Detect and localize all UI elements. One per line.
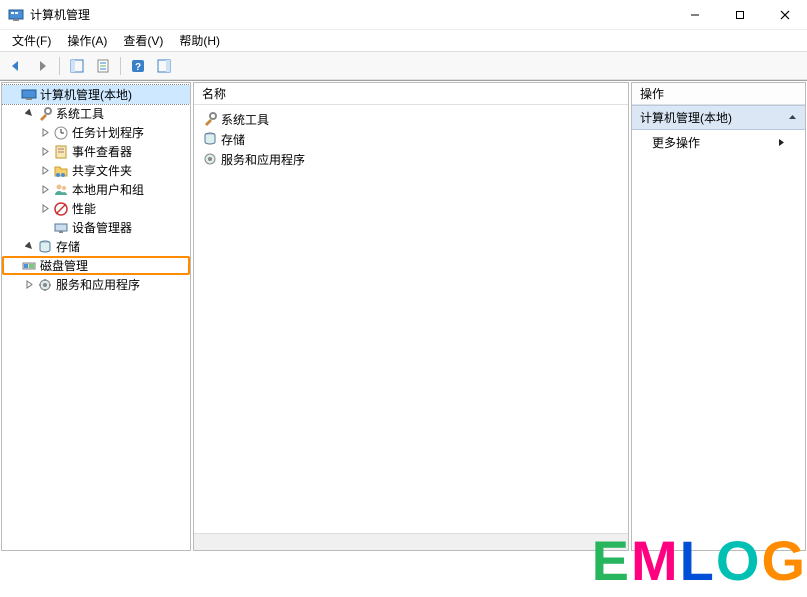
svg-text:?: ?	[135, 62, 141, 73]
close-button[interactable]	[762, 0, 807, 29]
expand-icon[interactable]	[22, 278, 36, 292]
tools-icon	[202, 111, 218, 127]
menu-view[interactable]: 查看(V)	[115, 30, 171, 51]
tree-label: 存储	[56, 238, 80, 255]
list-item[interactable]: 存储	[198, 129, 624, 149]
storage-icon	[202, 131, 218, 147]
collapse-icon[interactable]	[22, 240, 36, 254]
tree-label: 任务计划程序	[72, 124, 144, 141]
list-item[interactable]: 系统工具	[198, 109, 624, 129]
list-item-label: 服务和应用程序	[221, 151, 305, 168]
app-icon	[8, 7, 24, 23]
tree-node-storage[interactable]: 存储	[2, 237, 190, 256]
performance-icon	[53, 201, 69, 217]
tree-pane: 计算机管理(本地) 系统工具 任务计划程序	[1, 82, 191, 551]
expand-icon[interactable]	[38, 126, 52, 140]
toolbar-separator	[59, 57, 60, 75]
show-hide-action-button[interactable]	[152, 55, 176, 77]
titlebar: 计算机管理	[0, 0, 807, 30]
menu-help[interactable]: 帮助(H)	[171, 30, 228, 51]
tree-label: 服务和应用程序	[56, 276, 140, 293]
disk-icon	[21, 258, 37, 274]
nav-back-button[interactable]	[4, 55, 28, 77]
show-hide-tree-button[interactable]	[65, 55, 89, 77]
action-label: 更多操作	[652, 134, 700, 151]
list-pane: 名称 系统工具 存储 服务和应用程序	[193, 82, 629, 551]
tree-node-system-tools[interactable]: 系统工具	[2, 104, 190, 123]
list-item-label: 存储	[221, 131, 245, 148]
action-section-header[interactable]: 计算机管理(本地)	[632, 105, 805, 130]
menu-action[interactable]: 操作(A)	[59, 30, 115, 51]
window-title: 计算机管理	[30, 6, 672, 23]
tree-label: 性能	[72, 200, 96, 217]
action-more[interactable]: 更多操作	[632, 130, 805, 155]
tree-label: 设备管理器	[72, 219, 132, 236]
watermark-logo: EMLOG	[592, 533, 807, 589]
list-column-header[interactable]: 名称	[194, 83, 628, 105]
tree-label: 系统工具	[56, 105, 104, 122]
tree-node-root[interactable]: 计算机管理(本地)	[2, 85, 190, 104]
computer-icon	[21, 87, 37, 103]
list-item[interactable]: 服务和应用程序	[198, 149, 624, 169]
tree-node-device-manager[interactable]: 设备管理器	[2, 218, 190, 237]
tree-node-performance[interactable]: 性能	[2, 199, 190, 218]
tools-icon	[37, 106, 53, 122]
action-section-label: 计算机管理(本地)	[640, 109, 732, 126]
tree-label: 共享文件夹	[72, 162, 132, 179]
content-area: 计算机管理(本地) 系统工具 任务计划程序	[0, 80, 807, 552]
users-icon	[53, 182, 69, 198]
collapse-icon[interactable]	[22, 107, 36, 121]
minimize-button[interactable]	[672, 0, 717, 29]
tree-node-local-users[interactable]: 本地用户和组	[2, 180, 190, 199]
event-icon	[53, 144, 69, 160]
chevron-up-icon	[788, 111, 797, 125]
action-pane-header: 操作	[632, 83, 805, 105]
expand-icon[interactable]	[38, 183, 52, 197]
expand-icon[interactable]	[38, 145, 52, 159]
maximize-button[interactable]	[717, 0, 762, 29]
expand-icon[interactable]	[38, 164, 52, 178]
tree-label: 本地用户和组	[72, 181, 144, 198]
chevron-right-icon	[778, 136, 785, 150]
services-icon	[202, 151, 218, 167]
tree-label: 磁盘管理	[40, 257, 88, 274]
toolbar-separator	[120, 57, 121, 75]
action-pane: 操作 计算机管理(本地) 更多操作	[631, 82, 806, 551]
list-item-label: 系统工具	[221, 111, 269, 128]
properties-button[interactable]	[91, 55, 115, 77]
menubar: 文件(F) 操作(A) 查看(V) 帮助(H)	[0, 30, 807, 52]
clock-icon	[53, 125, 69, 141]
toolbar: ?	[0, 52, 807, 80]
horizontal-scrollbar[interactable]	[194, 533, 628, 550]
tree-node-shared-folders[interactable]: 共享文件夹	[2, 161, 190, 180]
tree-label: 事件查看器	[72, 143, 132, 160]
nav-forward-button[interactable]	[30, 55, 54, 77]
menu-file[interactable]: 文件(F)	[4, 30, 59, 51]
tree-node-event-viewer[interactable]: 事件查看器	[2, 142, 190, 161]
tree-label: 计算机管理(本地)	[40, 86, 132, 103]
expand-icon[interactable]	[38, 202, 52, 216]
tree-node-services-apps[interactable]: 服务和应用程序	[2, 275, 190, 294]
services-icon	[37, 277, 53, 293]
storage-icon	[37, 239, 53, 255]
tree-node-disk-management[interactable]: 磁盘管理	[2, 256, 190, 275]
help-button[interactable]: ?	[126, 55, 150, 77]
window-controls	[672, 0, 807, 29]
tree-node-task-scheduler[interactable]: 任务计划程序	[2, 123, 190, 142]
shared-folder-icon	[53, 163, 69, 179]
device-icon	[53, 220, 69, 236]
